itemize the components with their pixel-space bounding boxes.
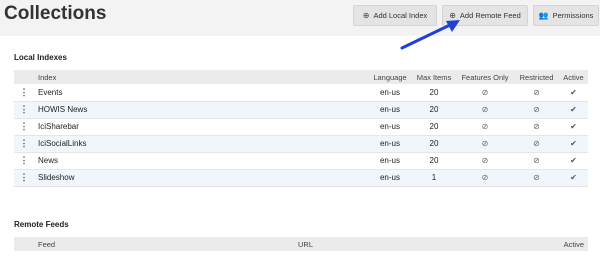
max-items-cell: 20 — [429, 105, 439, 114]
page-title: Collections — [4, 3, 107, 24]
local-indexes-title: Local Indexes — [14, 53, 67, 62]
table-row[interactable]: ⋮ HOWIS News en-us 20 ⊘ ⊘ ✔ — [14, 101, 588, 118]
active-check-icon: ✔ — [570, 87, 577, 97]
restricted-icon: ⊘ — [533, 87, 540, 97]
drag-handle-icon[interactable]: ⋮ — [14, 152, 34, 169]
index-name[interactable]: IciSocialLinks — [34, 135, 368, 152]
language-cell: en-us — [379, 173, 400, 182]
language-cell: en-us — [379, 105, 400, 114]
active-check-icon: ✔ — [570, 105, 577, 114]
language-cell: en-us — [379, 156, 400, 165]
local-indexes-table: Index Language Max Items Features Only R… — [14, 70, 588, 187]
table-row[interactable]: ⋮ IciSharebar en-us 20 ⊘ ⊘ ✔ — [14, 118, 588, 135]
annotation-arrow-icon — [400, 20, 460, 50]
col-active-header[interactable]: Active — [559, 70, 588, 84]
col-active-header[interactable]: Active — [554, 237, 588, 251]
plus-circle-icon: ⊕ — [362, 10, 370, 20]
features-only-icon: ⊘ — [481, 156, 489, 165]
col-language-header[interactable]: Language — [368, 70, 412, 84]
max-items-cell: 1 — [431, 173, 437, 182]
max-items-cell: 20 — [429, 87, 439, 97]
col-max-items-header[interactable]: Max Items — [412, 70, 456, 84]
remote-feeds-title: Remote Feeds — [14, 220, 69, 229]
max-items-cell: 20 — [429, 122, 439, 131]
table-row[interactable]: ⋮ News en-us 20 ⊘ ⊘ ✔ — [14, 152, 588, 169]
header-bar: Collections ⊕ Add Local Index ⊕ Add Remo… — [0, 0, 600, 36]
col-features-only-header[interactable]: Features Only — [456, 70, 514, 84]
remote-feeds-table: Feed URL Active — [14, 237, 588, 251]
features-only-icon: ⊘ — [481, 122, 489, 131]
language-cell: en-us — [379, 87, 400, 97]
col-url-header[interactable]: URL — [294, 237, 554, 251]
restricted-icon: ⊘ — [533, 156, 540, 165]
drag-handle-icon[interactable]: ⋮ — [14, 101, 34, 118]
features-only-icon: ⊘ — [481, 173, 489, 182]
active-check-icon: ✔ — [570, 139, 577, 148]
table-header-row: Feed URL Active — [14, 237, 588, 251]
drag-handle-icon[interactable]: ⋮ — [14, 169, 34, 186]
table-row[interactable]: ⋮ IciSocialLinks en-us 20 ⊘ ⊘ ✔ — [14, 135, 588, 152]
restricted-icon: ⊘ — [533, 173, 540, 182]
index-name[interactable]: News — [34, 152, 368, 169]
language-cell: en-us — [379, 139, 400, 148]
active-check-icon: ✔ — [570, 173, 577, 182]
col-index-header[interactable]: Index — [34, 70, 368, 84]
max-items-cell: 20 — [429, 139, 439, 148]
col-feed-header[interactable]: Feed — [34, 237, 294, 251]
index-name[interactable]: IciSharebar — [34, 118, 368, 135]
permissions-button[interactable]: 👥 Permissions — [533, 5, 599, 26]
language-cell: en-us — [379, 122, 400, 131]
drag-handle-icon[interactable]: ⋮ — [14, 118, 34, 135]
add-remote-feed-label: Add Remote Feed — [459, 11, 521, 20]
users-icon: 👥 — [538, 10, 549, 20]
drag-handle-icon[interactable]: ⋮ — [14, 135, 34, 152]
table-header-row: Index Language Max Items Features Only R… — [14, 70, 588, 84]
max-items-cell: 20 — [429, 156, 439, 165]
restricted-icon: ⊘ — [533, 122, 540, 131]
index-name[interactable]: Slideshow — [34, 169, 368, 186]
restricted-icon: ⊘ — [533, 139, 540, 148]
index-name[interactable]: HOWIS News — [34, 101, 368, 118]
drag-handle-icon[interactable]: ⋮ — [14, 84, 34, 101]
active-check-icon: ✔ — [570, 122, 577, 131]
active-check-icon: ✔ — [570, 156, 577, 165]
index-name[interactable]: Events — [34, 84, 368, 101]
col-restricted-header[interactable]: Restricted — [514, 70, 559, 84]
features-only-icon: ⊘ — [481, 139, 489, 148]
table-row[interactable]: ⋮ Events en-us 20 ⊘ ⊘ ✔ — [14, 84, 588, 101]
table-row[interactable]: ⋮ Slideshow en-us 1 ⊘ ⊘ ✔ — [14, 169, 588, 186]
features-only-icon: ⊘ — [481, 87, 489, 97]
col-handle-header — [14, 70, 34, 84]
features-only-icon: ⊘ — [481, 105, 489, 114]
col-handle-header — [14, 237, 34, 251]
restricted-icon: ⊘ — [533, 105, 540, 114]
permissions-label: Permissions — [552, 11, 594, 20]
